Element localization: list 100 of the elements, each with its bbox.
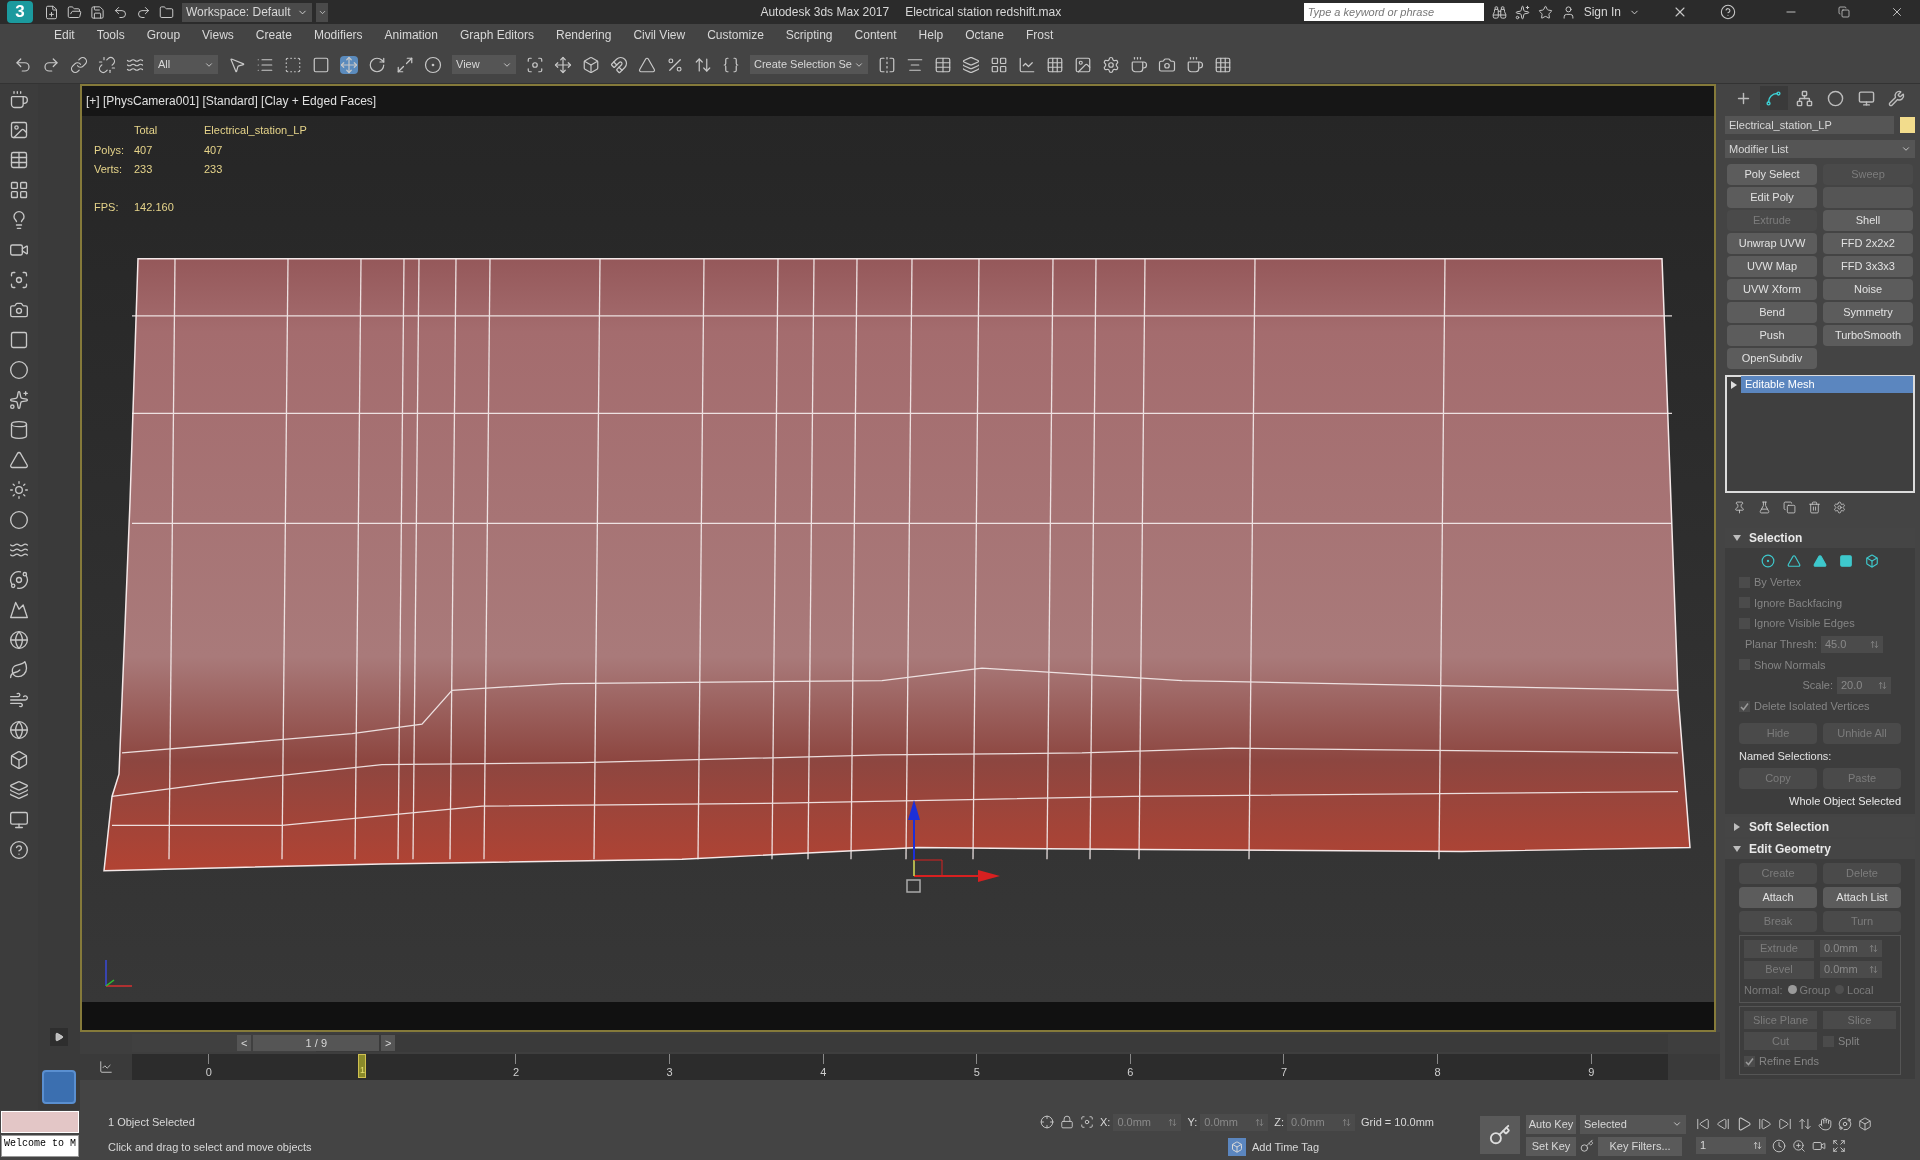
close-icon[interactable] [1890,5,1904,19]
image-icon[interactable] [9,120,29,140]
grid-icon[interactable] [990,55,1008,74]
selection-set-dropdown[interactable]: Create Selection Se [750,55,868,74]
redo-icon[interactable] [136,4,151,20]
previous-frame-button[interactable]: < [237,1035,252,1051]
play-icon[interactable] [1736,1116,1752,1132]
help-icon[interactable] [9,840,29,860]
vertex-icon[interactable] [1759,552,1777,570]
help-icon[interactable] [1720,4,1736,20]
dashed-square-icon[interactable] [284,55,302,74]
panel-button[interactable]: Unwrap UVW [1727,233,1817,254]
layers-icon[interactable] [9,780,29,800]
rollout-header[interactable]: Selection [1725,528,1915,548]
menu-item[interactable]: Content [854,26,897,44]
teapot-icon[interactable] [1130,55,1148,74]
schematic-icon[interactable] [1046,55,1064,74]
panel-button[interactable]: Push [1727,325,1817,346]
grid-icon[interactable] [1214,55,1232,74]
mountain-icon[interactable] [9,600,29,620]
curve-editor-icon[interactable] [99,1060,113,1074]
curve-icon[interactable] [1765,89,1783,107]
cone-icon[interactable] [9,450,29,470]
listener-field[interactable] [1,1111,79,1133]
panel-button[interactable]: Symmetry [1823,302,1913,323]
restore-icon[interactable] [1838,6,1850,18]
lock-icon[interactable] [1060,1115,1074,1130]
viewport[interactable]: [+] [PhysCamera001] [Standard] [Clay + Edged Faces] Total Electrical_station_LP Polys: 407 407 Verts: 233 233 FPS: 142.160 [80,84,1716,1032]
cylinder-icon[interactable] [9,420,29,440]
viewport-thumbnail[interactable] [42,1070,76,1104]
coordinate-dropdown[interactable]: View [452,55,516,74]
table-icon[interactable] [934,55,952,74]
menu-item[interactable]: Customize [707,26,764,44]
menu-item[interactable]: Modifiers [313,26,363,44]
panel-button[interactable]: OpenSubdiv [1727,348,1817,369]
sign-in-link[interactable]: Sign In [1583,3,1621,21]
previous-frame-icon[interactable] [1716,1117,1730,1131]
isolate-icon[interactable] [1040,1115,1054,1130]
monitor-icon[interactable] [1857,89,1875,107]
rotate-icon[interactable] [368,55,386,74]
grid-icon[interactable] [9,180,29,200]
orbit-icon[interactable] [9,570,29,590]
set-key-big-button[interactable] [1480,1116,1520,1154]
focus-icon[interactable] [9,270,29,290]
add-time-tag-label[interactable]: Add Time Tag [1252,1139,1320,1156]
panel-button[interactable]: Shell [1823,210,1913,231]
scale-icon[interactable] [396,55,414,74]
radio-button[interactable] [1787,985,1797,995]
undo-icon[interactable] [113,4,128,20]
menu-item[interactable]: Graph Editors [459,26,534,44]
orbit-icon[interactable] [1838,1117,1852,1131]
new-file-icon[interactable] [44,4,59,20]
menu-item[interactable]: Scripting [785,26,833,44]
box-icon[interactable] [9,750,29,770]
caret-icon[interactable] [1901,144,1911,154]
configure-icon[interactable] [1833,501,1846,514]
panel-button[interactable]: Poly Select [1727,164,1817,185]
object-name-field[interactable]: Electrical_station_LP [1725,116,1894,134]
panel-button[interactable]: TurboSmooth [1823,325,1913,346]
copy-icon[interactable] [1783,501,1796,514]
command-panel-tab[interactable] [1759,86,1788,110]
time-tag-button[interactable] [1228,1138,1246,1157]
curve-icon[interactable] [1018,55,1036,74]
time-marker[interactable]: 1 [358,1054,367,1078]
rollout-arrow-icon[interactable] [1733,822,1741,831]
gear-icon[interactable] [1102,55,1120,74]
binoculars-icon[interactable] [1491,4,1507,20]
panel-button[interactable]: Edit Poly [1727,187,1817,208]
percent-icon[interactable] [666,55,684,74]
frame-field[interactable]: 1 [1696,1137,1766,1154]
square-icon[interactable] [312,55,330,74]
layers-icon[interactable] [962,55,980,74]
modifier-list-dropdown[interactable]: Modifier List [1725,140,1915,158]
app-logo[interactable]: 3 [7,1,33,23]
user-icon[interactable] [1560,4,1576,20]
color-swatch[interactable] [1900,117,1915,133]
track-bar[interactable]: 0 1 2 3 4 5 6 7 8 9 [132,1054,1668,1080]
mirror-icon[interactable] [878,55,896,74]
magnet-icon[interactable] [610,55,628,74]
link-icon[interactable] [70,55,88,74]
filter-dropdown[interactable]: All [154,55,218,74]
menu-item[interactable]: Tools [96,26,125,44]
set-key-button[interactable]: Set Key [1526,1136,1576,1156]
workspace-dropdown[interactable]: Workspace: Default [182,2,312,22]
zoom-icon[interactable] [1792,1138,1806,1153]
stack-item[interactable]: Editable Mesh [1741,376,1913,393]
hair-icon[interactable] [9,690,29,710]
teapot-icon[interactable] [9,90,29,110]
next-frame-button[interactable]: > [381,1035,396,1051]
folder-icon[interactable] [67,4,82,20]
sparkle-icon[interactable] [9,390,29,410]
panel-button[interactable]: FFD 3x3x3 [1823,256,1913,277]
rollout-header[interactable]: Edit Geometry [1725,838,1915,859]
menu-item[interactable]: Edit [54,26,75,44]
panel-button[interactable]: Bend [1727,302,1817,323]
menu-item[interactable]: Civil View [633,26,686,44]
menu-item[interactable]: Frost [1025,26,1054,44]
sparkle-icon[interactable] [1514,4,1530,20]
next-frame-icon[interactable] [1758,1117,1772,1131]
move-icon[interactable] [340,55,358,74]
